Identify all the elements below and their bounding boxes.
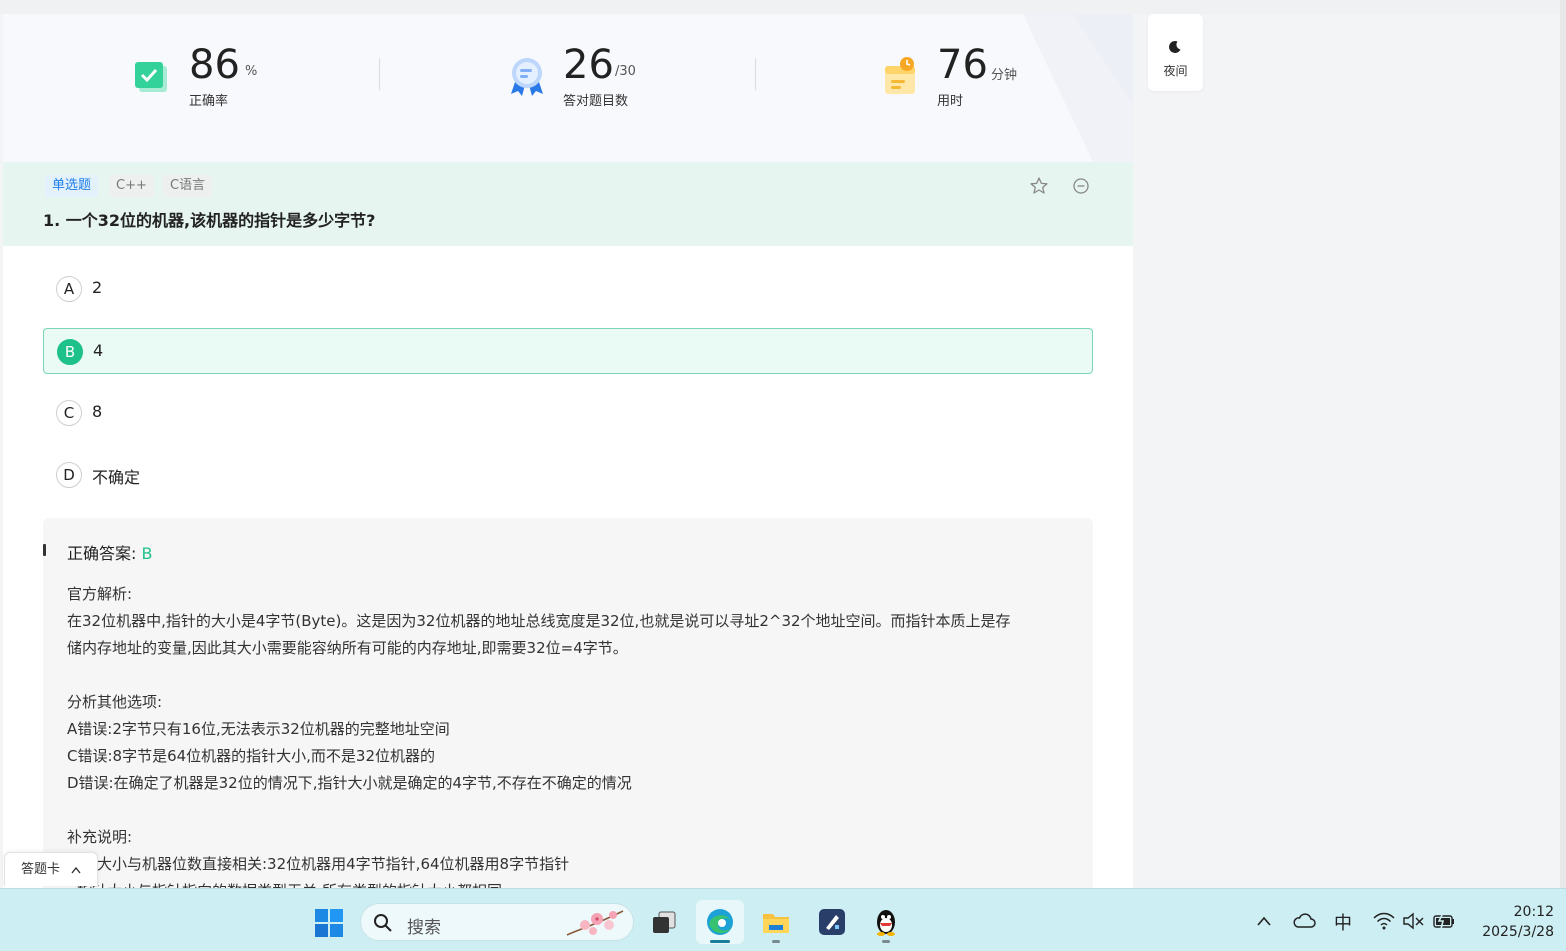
stat-divider: [379, 58, 380, 90]
extra-line: - 指针大小与指针指向的数据类型无关,所有类型的指针大小都相同: [67, 878, 1067, 888]
extra-heading: 补充说明:: [67, 828, 133, 846]
award-ribbon-icon: [511, 58, 543, 96]
other-options-heading: 分析其他选项:: [67, 693, 163, 711]
correct-count-label: 答对题目数: [563, 94, 629, 109]
accuracy-label: 正确率: [189, 94, 229, 109]
task-view-icon: [653, 911, 676, 933]
option-text: 4: [93, 341, 104, 360]
remove-circle-icon[interactable]: [1071, 176, 1091, 196]
file-explorer-app[interactable]: [752, 900, 800, 944]
input-method-indicator[interactable]: 中: [1334, 909, 1352, 935]
page-scrollbar[interactable]: [1560, 0, 1566, 888]
notes-app[interactable]: [808, 900, 856, 944]
answer-card-label: 答题卡: [21, 862, 61, 877]
option-letter: B: [57, 339, 83, 365]
accuracy-unit: %: [245, 64, 258, 79]
night-mode-label: 夜间: [1163, 64, 1188, 78]
night-mode-button[interactable]: 夜间: [1148, 14, 1203, 91]
stat-divider: [755, 58, 756, 90]
other-option-d: D错误:在确定了机器是32位的情况下,指针大小就是确定的4字节,不存在不确定的情…: [67, 774, 632, 792]
cherry-blossom-icon: [566, 910, 624, 936]
question-tag: C语言: [163, 175, 213, 197]
qq-penguin-icon: [877, 910, 895, 936]
quiz-result-panel: 86 % 正确率 26 /30 答对题目数 76 分钟 用时 单选题 C++ C…: [3, 14, 1133, 888]
option-letter: D: [56, 462, 82, 488]
running-indicator: [772, 940, 780, 943]
time-used-unit: 分钟: [991, 68, 1018, 83]
section-marker: [43, 544, 46, 556]
correct-answer-value: B: [141, 544, 153, 563]
clock-document-icon: [885, 57, 915, 94]
checkmark-badge-icon: [135, 62, 167, 92]
answer-card-button[interactable]: 答题卡: [4, 852, 98, 886]
answer-analysis: 正确答案: B 官方解析: 在32位机器中,指针的大小是4字节(Byte)。这是…: [43, 518, 1093, 888]
battery-charging-icon[interactable]: [1432, 911, 1456, 931]
question-header: 单选题 C++ C语言 1. 一个32位的机器,该机器的指针是多少字节?: [3, 162, 1133, 246]
taskbar-search[interactable]: 搜索: [360, 903, 634, 941]
stats-header: 86 % 正确率 26 /30 答对题目数 76 分钟 用时: [3, 14, 1133, 162]
option-text: 不确定: [92, 468, 141, 487]
accuracy-value: 86: [189, 42, 240, 88]
clock-time: 20:12: [1513, 904, 1554, 920]
running-indicator: [882, 940, 890, 943]
option-a[interactable]: A 2: [43, 266, 1093, 312]
option-letter: A: [56, 276, 82, 302]
chevron-up-icon[interactable]: [1255, 915, 1273, 927]
official-line: 在32位机器中,指针的大小是4字节(Byte)。这是因为32位机器的地址总线宽度…: [67, 612, 1011, 630]
cloud-icon[interactable]: [1292, 912, 1316, 930]
option-letter: C: [56, 400, 82, 426]
option-d[interactable]: D 不确定: [43, 452, 1093, 498]
windows-taskbar: 搜索 中 20:12 2025/3/28: [0, 888, 1566, 951]
time-used-value: 76: [937, 42, 988, 88]
chevron-up-icon: [71, 866, 81, 874]
browser-page: 86 % 正确率 26 /30 答对题目数 76 分钟 用时 单选题 C++ C…: [0, 0, 1566, 888]
edge-browser-app[interactable]: [696, 900, 744, 944]
time-used-label: 用时: [937, 94, 964, 109]
correct-answer-label: 正确答案:: [67, 544, 137, 563]
active-indicator: [710, 940, 730, 943]
stat-correct-count: 26 /30 答对题目数: [507, 40, 707, 120]
official-line: 储内存地址的变量,因此其大小需要能容纳所有可能的内存地址,即需要32位=4字节。: [67, 639, 628, 657]
folder-icon: [763, 914, 789, 933]
app-logo-icon: [819, 909, 845, 935]
question-title: 1. 一个32位的机器,该机器的指针是多少字节?: [43, 211, 376, 230]
speaker-muted-icon[interactable]: [1402, 912, 1426, 930]
question-type-tag: 单选题: [45, 175, 99, 197]
option-b-selected[interactable]: B 4: [43, 328, 1093, 374]
windows-start-icon[interactable]: [314, 908, 344, 938]
extra-line: 指针大小与机器位数直接相关:32位机器用4字节指针,64位机器用8字节指针: [67, 855, 570, 873]
correct-count-value: 26: [563, 42, 614, 88]
task-view-button[interactable]: [640, 900, 688, 944]
system-clock[interactable]: 20:12 2025/3/28: [1466, 902, 1554, 942]
option-text: 8: [92, 402, 103, 421]
other-option-c: C错误:8字节是64位机器的指针大小,而不是32位机器的: [67, 747, 436, 765]
clock-date: 2025/3/28: [1482, 924, 1554, 940]
page-top-strip: [0, 0, 1566, 14]
edge-icon: [707, 909, 733, 935]
moon-icon: [1169, 40, 1181, 53]
option-c[interactable]: C 8: [43, 390, 1093, 436]
search-icon: [374, 914, 392, 932]
correct-count-total: /30: [615, 64, 636, 79]
wifi-icon[interactable]: [1372, 911, 1396, 931]
qq-app[interactable]: [862, 900, 910, 944]
stat-time-used: 76 分钟 用时: [881, 40, 1081, 120]
option-text: 2: [92, 278, 103, 297]
question-tag: C++: [109, 175, 154, 197]
other-option-a: A错误:2字节只有16位,无法表示32位机器的完整地址空间: [67, 720, 450, 738]
search-placeholder: 搜索: [407, 918, 441, 938]
stat-accuracy: 86 % 正确率: [133, 40, 333, 120]
correct-answer: 正确答案: B: [67, 540, 152, 564]
explanation-text: 官方解析: 在32位机器中,指针的大小是4字节(Byte)。这是因为32位机器的…: [67, 581, 1067, 888]
star-icon[interactable]: [1029, 176, 1049, 196]
official-heading: 官方解析:: [67, 585, 133, 603]
